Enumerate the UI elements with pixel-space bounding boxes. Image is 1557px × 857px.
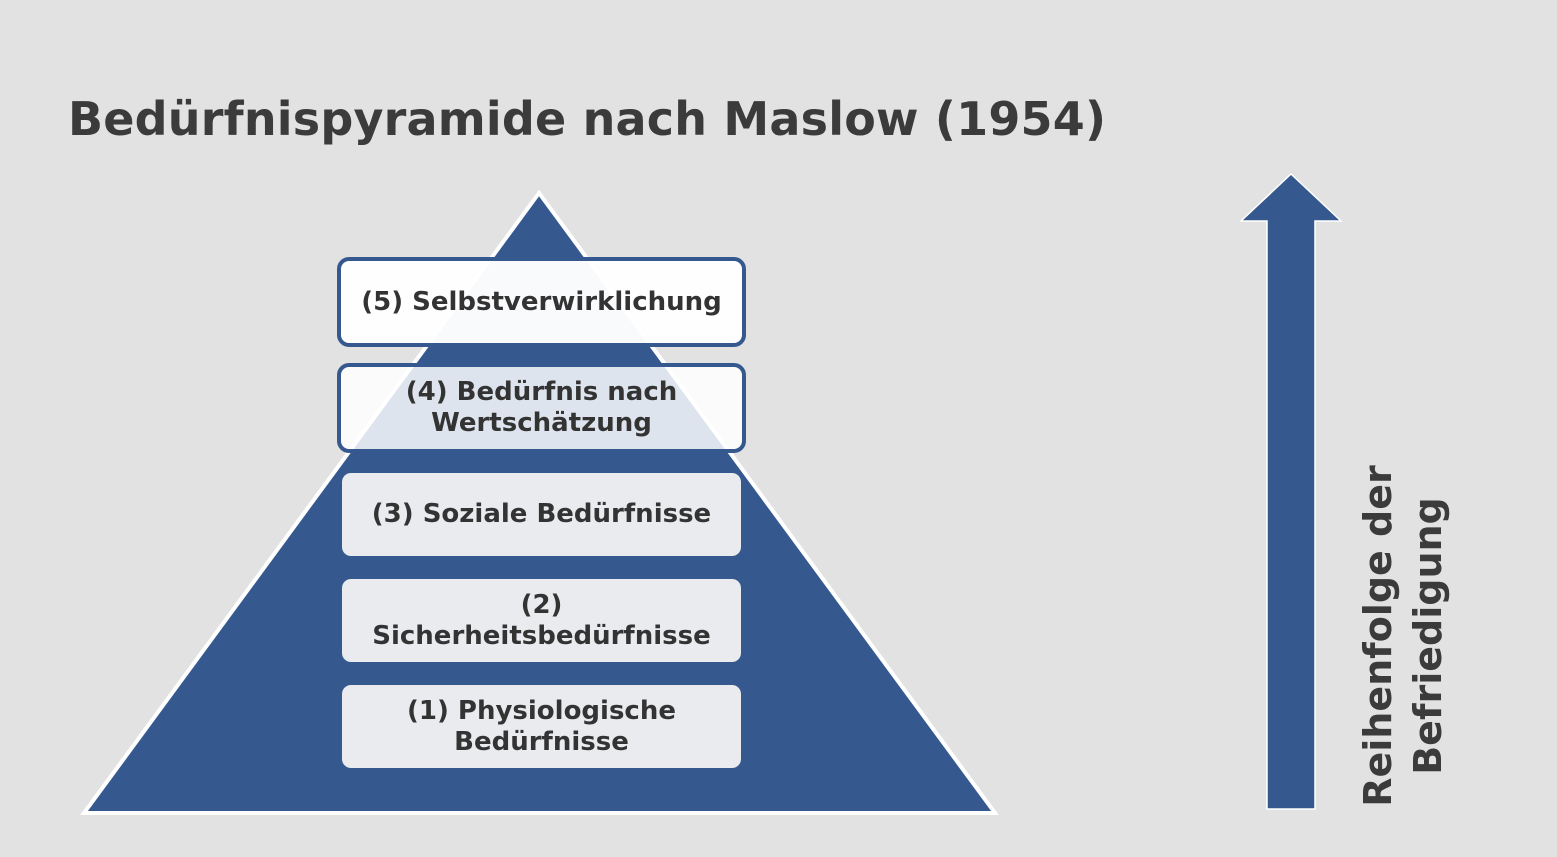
level-4-text: (4) Bedürfnis nach Wertschätzung [406, 377, 678, 439]
arrow-label-line2: Befriedigung [1406, 497, 1450, 775]
level-1-label-line1: (1) Physiologische [406, 695, 676, 726]
arrow-up-icon [1239, 172, 1343, 810]
level-5-box: (5) Selbstverwirklichung [337, 257, 746, 347]
level-5-label: (5) Selbstverwirklichung [361, 286, 722, 317]
level-2-label: (2) Sicherheitsbedürfnisse [372, 589, 711, 651]
level-1-label-line2: Bedürfnisse [454, 726, 629, 757]
level-3-box: (3) Soziale Bedürfnisse [342, 473, 741, 556]
level-4-label-line1: (4) Bedürfnis nach [405, 377, 678, 407]
level-4-box: (4) Bedürfnis nach Wertschätzung [337, 363, 746, 453]
level-1-text: (1) Physiologische Bedürfnisse [407, 696, 676, 758]
arrow-label: Reihenfolge der Befriedigung [1353, 456, 1453, 816]
level-3-label: (3) Soziale Bedürfnisse [371, 499, 712, 529]
diagram-graphics [80, 172, 1343, 815]
level-4-label-line2: Wertschätzung [431, 408, 652, 438]
level-1-box: (1) Physiologische Bedürfnisse [342, 685, 741, 768]
arrow-label-line1: Reihenfolge der [1356, 465, 1400, 807]
level-2-box: (2) Sicherheitsbedürfnisse [342, 579, 741, 662]
